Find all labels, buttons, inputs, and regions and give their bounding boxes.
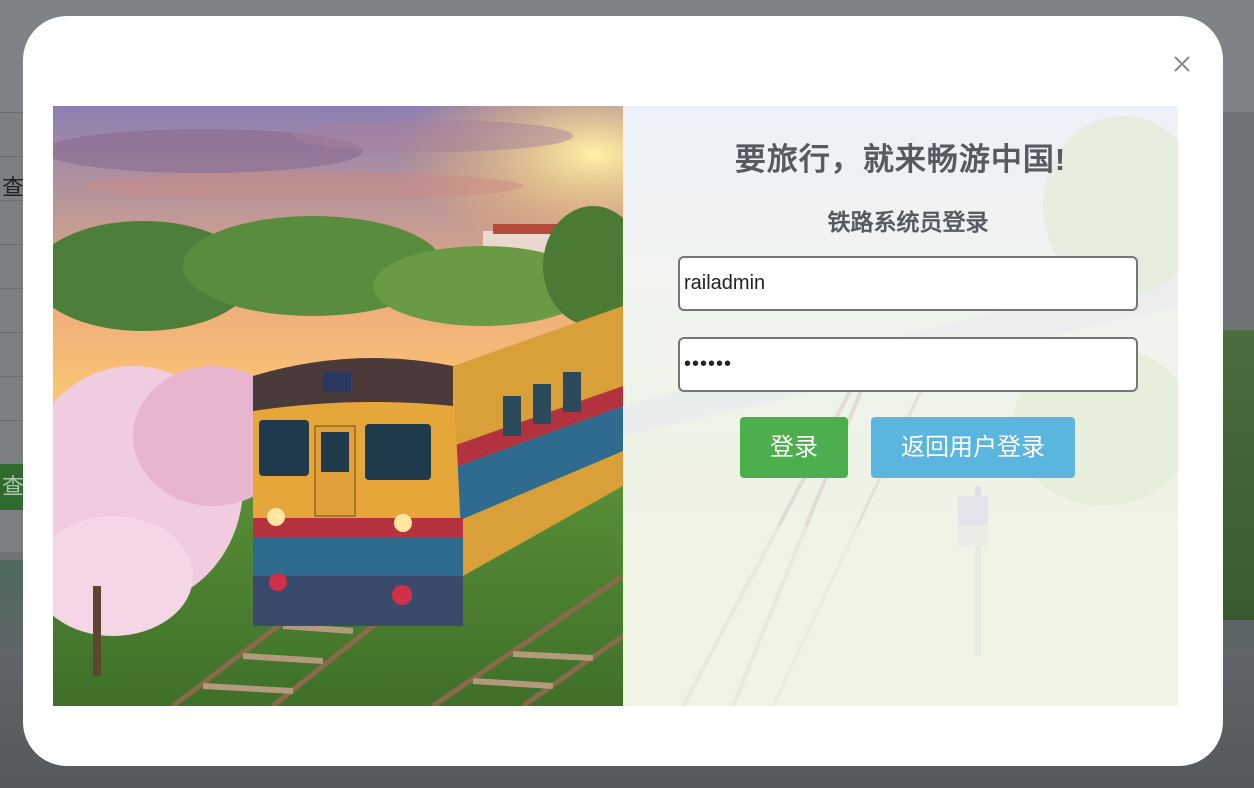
password-value: •••••• (684, 353, 733, 375)
login-form-area: 要旅行，就来畅游中国! 铁路系统员登录 railadmin •••••• 登录 … (623, 106, 1178, 706)
train-illustration (53, 106, 623, 706)
backdrop-query-label: 查 (2, 176, 25, 201)
password-input[interactable]: •••••• (678, 337, 1138, 392)
close-icon[interactable] (1168, 50, 1196, 78)
username-input[interactable]: railadmin (678, 256, 1138, 311)
back-to-user-login-button[interactable]: 返回用户登录 (871, 417, 1075, 478)
login-modal: 要旅行，就来畅游中国! 铁路系统员登录 railadmin •••••• 登录 … (23, 16, 1223, 766)
login-subtitle: 铁路系统员登录 (827, 209, 989, 235)
login-panel: 要旅行，就来畅游中国! 铁路系统员登录 railadmin •••••• 登录 … (53, 106, 1178, 706)
login-button[interactable]: 登录 (740, 417, 848, 478)
username-value: railadmin (684, 272, 766, 294)
page-title: 要旅行，就来畅游中国! (734, 142, 1067, 177)
